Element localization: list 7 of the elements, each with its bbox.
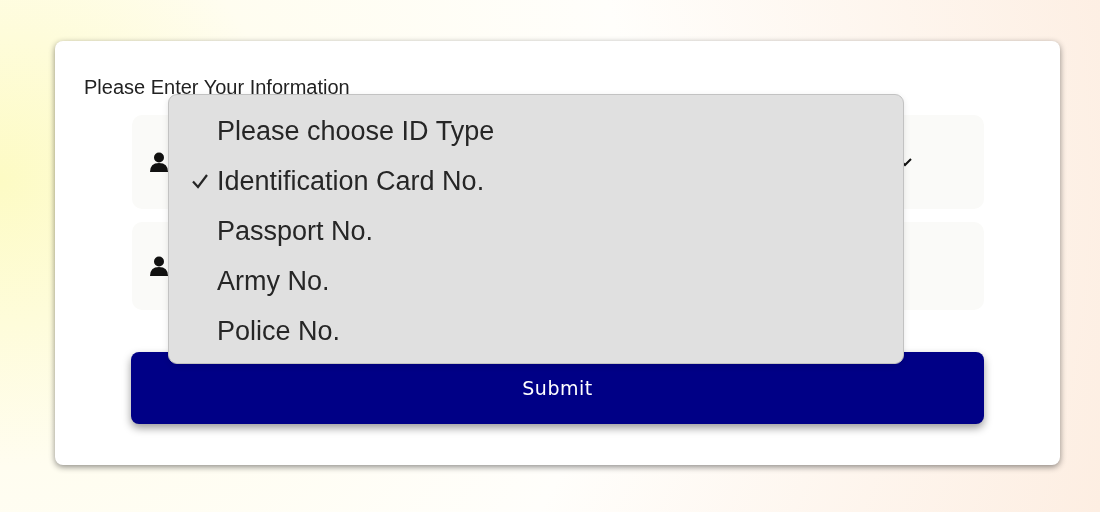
dropdown-option[interactable]: Identification Card No. bbox=[169, 156, 903, 206]
dropdown-option[interactable]: Passport No. bbox=[169, 206, 903, 256]
user-icon bbox=[150, 256, 168, 276]
form-title: Please Enter Your Information bbox=[84, 75, 351, 99]
dropdown-option[interactable]: Army No. bbox=[169, 256, 903, 306]
user-icon bbox=[150, 152, 168, 172]
dropdown-option[interactable]: Please choose ID Type bbox=[169, 106, 903, 156]
